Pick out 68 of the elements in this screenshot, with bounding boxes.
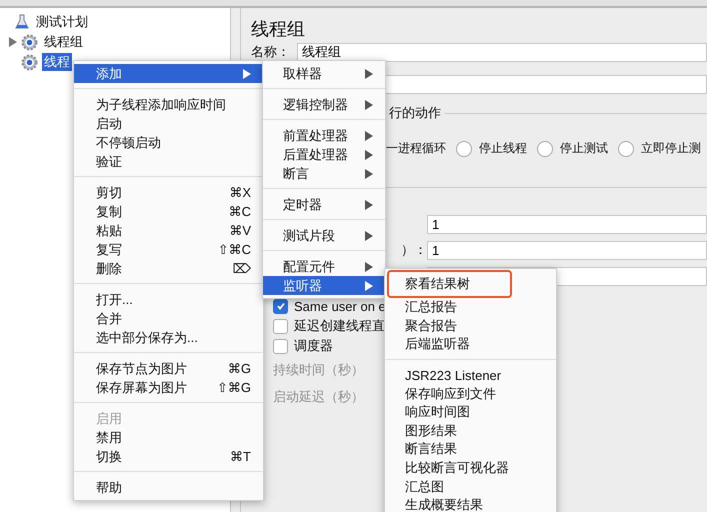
menu-item[interactable]: 逻辑控制器 <box>263 95 385 114</box>
menu-item[interactable]: 剪切 ⌘X <box>74 183 263 202</box>
gear-icon <box>21 34 38 50</box>
field-label: 启动延迟（秒） <box>273 389 364 404</box>
menu-item[interactable]: 察看结果树 <box>387 270 512 298</box>
menu-item[interactable]: 打开... <box>74 290 263 309</box>
menu-item[interactable]: 不停顿启动 <box>74 133 263 152</box>
menu-item[interactable]: 禁用 <box>74 428 263 447</box>
menu-item[interactable]: 粘贴 ⌘V <box>74 221 263 240</box>
panel-title: 线程组 <box>251 18 306 41</box>
menu-item[interactable]: 监听器 <box>263 276 385 295</box>
menu-item[interactable]: 切换 ⌘T <box>74 447 263 466</box>
menu-item[interactable]: 后置处理器 <box>263 145 385 164</box>
menu-item[interactable]: 图形结果 <box>385 422 556 440</box>
menu-item[interactable]: 选中部分保存为... <box>74 328 263 347</box>
tree-item[interactable]: 线程 <box>42 53 72 71</box>
menu-item[interactable]: 取样器 <box>263 64 385 83</box>
menu-item[interactable]: 断言 <box>263 164 385 183</box>
radio-label: 立即停止测 <box>641 140 701 157</box>
checkbox[interactable] <box>273 298 288 314</box>
expand-arrow-icon[interactable] <box>9 37 17 47</box>
menu-item[interactable]: 保存响应到文件 <box>385 384 556 403</box>
menu-item[interactable]: 为子线程添加响应时间 <box>74 95 263 114</box>
menu-item[interactable]: 测试片段 <box>263 226 385 245</box>
tree-item[interactable]: 线程组 <box>42 33 85 51</box>
menu-item[interactable]: JSR223 Listener <box>385 366 556 384</box>
menu-item[interactable]: 保存屏幕为图片 ⇧⌘G <box>74 378 263 397</box>
menu-item[interactable]: 比较断言可视化器 <box>385 458 556 478</box>
field-label: ）： <box>400 241 427 259</box>
checkmark-icon <box>276 301 286 311</box>
radio-label: 一进程循环 <box>386 140 446 157</box>
radio-button[interactable] <box>456 140 472 156</box>
menu-item[interactable]: 前置处理器 <box>263 126 385 145</box>
name-field[interactable]: 线程组 <box>297 42 707 62</box>
number-field[interactable]: 1 <box>427 214 707 234</box>
menu-item[interactable]: 汇总报告 <box>385 298 556 317</box>
field-label: 持续时间（秒） <box>273 362 364 377</box>
flask-icon <box>14 14 30 30</box>
menu-item[interactable]: 验证 <box>74 152 263 171</box>
menu-item[interactable]: 保存节点为图片 ⌘G <box>74 359 263 378</box>
menu-item[interactable]: 复写 ⇧⌘C <box>74 240 263 259</box>
number-field[interactable]: 1 <box>427 240 707 260</box>
radio-button[interactable] <box>618 140 634 156</box>
checkbox-label: 延迟创建线程直 <box>294 317 385 335</box>
menu-item[interactable]: 复制 ⌘C <box>74 202 263 221</box>
menu-item[interactable]: 添加 <box>74 64 263 83</box>
menu-item[interactable]: 生成概要结果 <box>385 496 556 512</box>
menu-item[interactable]: 后端监听器 <box>385 335 556 354</box>
gear-icon <box>21 54 38 70</box>
menu-item[interactable]: 配置元件 <box>263 257 385 276</box>
radio-button[interactable] <box>537 140 553 156</box>
name-label: 名称： <box>251 43 291 61</box>
menu-item[interactable]: 汇总图 <box>385 477 556 496</box>
checkbox-label: 调度器 <box>294 337 333 355</box>
menu-item[interactable]: 聚合报告 <box>385 316 556 336</box>
section-legend: 行的动作 <box>389 104 441 122</box>
menu-item[interactable]: 响应时间图 <box>385 402 556 422</box>
tree-item[interactable]: 测试计划 <box>34 13 90 31</box>
menu-item[interactable]: 删除 ⌦ <box>74 259 263 278</box>
menu-item[interactable]: 帮助 <box>74 478 263 497</box>
menu-item[interactable]: 启动 <box>74 114 263 133</box>
radio-label: 停止测试 <box>560 140 608 157</box>
menu-item[interactable]: 定时器 <box>263 195 385 214</box>
checkbox[interactable] <box>273 318 288 334</box>
radio-label: 停止线程 <box>479 140 527 157</box>
menu-item[interactable]: 合并 <box>74 309 263 328</box>
menu-item[interactable]: 断言结果 <box>385 440 556 459</box>
checkbox[interactable] <box>273 338 288 354</box>
